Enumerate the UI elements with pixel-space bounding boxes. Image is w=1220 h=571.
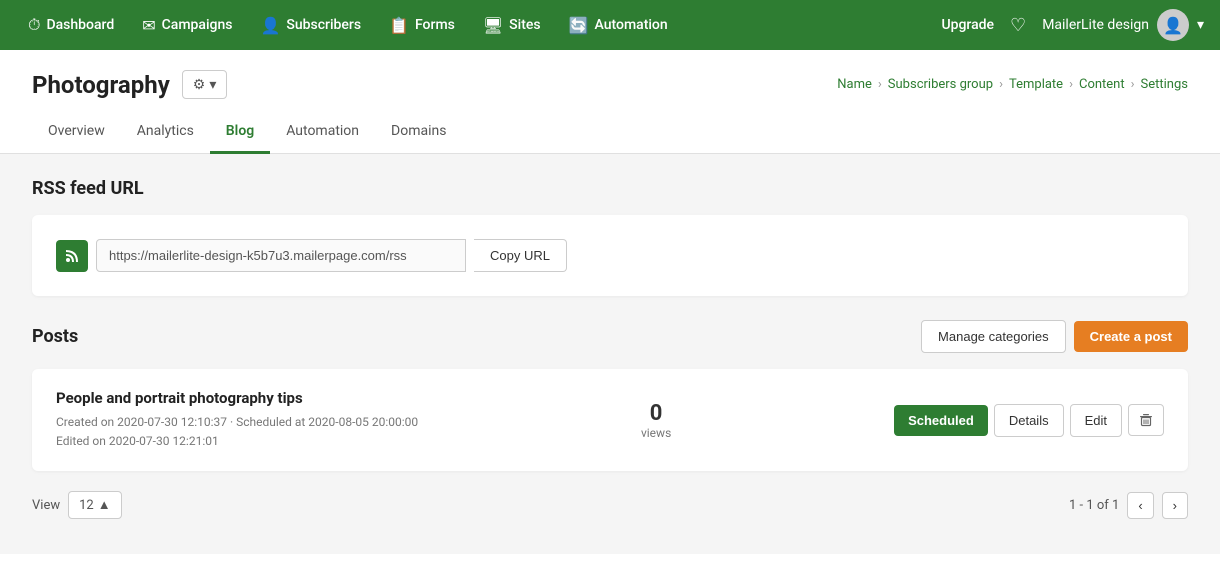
rss-url-row: Copy URL [56, 239, 1164, 272]
scheduled-status-button[interactable]: Scheduled [894, 405, 988, 436]
automation-icon: 🔄 [569, 16, 589, 35]
per-page-value: 12 [79, 498, 94, 513]
page-title: Photography [32, 71, 170, 99]
nav-right: Upgrade ♡ MailerLite design 👤 ▾ [941, 9, 1204, 41]
tab-overview[interactable]: Overview [32, 111, 121, 154]
subscribers-icon: 👤 [260, 16, 280, 35]
nav-dashboard[interactable]: ⏱ Dashboard [16, 7, 126, 43]
campaigns-icon: ✉ [142, 16, 155, 35]
favorites-icon[interactable]: ♡ [1010, 15, 1026, 36]
dropdown-icon: ▲ [98, 497, 111, 513]
user-name: MailerLite design [1042, 17, 1149, 33]
nav-campaigns-label: Campaigns [162, 17, 233, 33]
main-area: RSS feed URL Copy URL Posts Manage categ… [0, 154, 1220, 554]
copy-url-button[interactable]: Copy URL [474, 239, 567, 272]
rss-url-input[interactable] [96, 239, 466, 272]
nav-sites-label: Sites [509, 17, 540, 33]
breadcrumb-template[interactable]: Template [1009, 77, 1063, 92]
per-page-dropdown[interactable]: 12 ▲ [68, 491, 122, 519]
tabs: Overview Analytics Blog Automation Domai… [0, 111, 1220, 154]
breadcrumb-subscribers-group[interactable]: Subscribers group [888, 77, 993, 92]
manage-categories-button[interactable]: Manage categories [921, 320, 1066, 353]
views-label: views [641, 426, 671, 440]
post-views: 0 views [641, 401, 671, 440]
breadcrumb: Name › Subscribers group › Template › Co… [837, 77, 1188, 92]
edit-button[interactable]: Edit [1070, 404, 1122, 437]
post-meta-created: Created on 2020-07-30 12:10:37 · Schedul… [56, 413, 418, 432]
posts-section-title: Posts [32, 326, 78, 347]
delete-button[interactable] [1128, 404, 1164, 436]
sites-icon: 🖥 [483, 16, 503, 35]
page-header: Photography ⚙ ▾ Name › Subscribers group… [0, 50, 1220, 99]
rss-section-title: RSS feed URL [32, 178, 1188, 199]
post-title: People and portrait photography tips [56, 389, 418, 407]
posts-actions: Manage categories Create a post [921, 320, 1188, 353]
page-title-area: Photography ⚙ ▾ [32, 70, 227, 99]
settings-dropdown-icon: ▾ [209, 76, 216, 93]
rss-card: Copy URL [32, 215, 1188, 296]
top-navigation: ⏱ Dashboard ✉ Campaigns 👤 Subscribers 📋 … [0, 0, 1220, 50]
nav-campaigns[interactable]: ✉ Campaigns [130, 8, 244, 43]
view-select-area: View 12 ▲ [32, 491, 122, 519]
nav-automation[interactable]: 🔄 Automation [557, 8, 680, 43]
nav-forms-label: Forms [415, 17, 455, 33]
post-info: People and portrait photography tips Cre… [56, 389, 418, 451]
tab-analytics[interactable]: Analytics [121, 111, 210, 154]
trash-icon [1139, 413, 1153, 427]
post-actions: Scheduled Details Edit [894, 404, 1164, 437]
dashboard-icon: ⏱ [28, 15, 40, 35]
upgrade-button[interactable]: Upgrade [941, 17, 994, 33]
pagination-info: 1 - 1 of 1 ‹ › [1069, 492, 1188, 519]
tab-blog[interactable]: Blog [210, 111, 270, 154]
breadcrumb-settings[interactable]: Settings [1141, 77, 1188, 92]
user-dropdown-icon: ▾ [1197, 17, 1204, 33]
tab-domains[interactable]: Domains [375, 111, 462, 154]
post-meta-edited: Edited on 2020-07-30 12:21:01 [56, 432, 418, 451]
breadcrumb-name[interactable]: Name [837, 77, 872, 92]
view-label: View [32, 498, 60, 513]
next-page-button[interactable]: › [1162, 492, 1188, 519]
nav-items: ⏱ Dashboard ✉ Campaigns 👤 Subscribers 📋 … [16, 7, 941, 43]
nav-forms[interactable]: 📋 Forms [377, 8, 467, 43]
user-menu[interactable]: MailerLite design 👤 ▾ [1042, 9, 1204, 41]
breadcrumb-sep-1: › [878, 77, 882, 92]
avatar: 👤 [1157, 9, 1189, 41]
nav-sites[interactable]: 🖥 Sites [471, 8, 553, 43]
tab-automation[interactable]: Automation [270, 111, 375, 154]
breadcrumb-sep-3: › [1069, 77, 1073, 92]
posts-header: Posts Manage categories Create a post [32, 320, 1188, 353]
nav-subscribers-label: Subscribers [286, 17, 361, 33]
create-post-button[interactable]: Create a post [1074, 321, 1188, 352]
breadcrumb-content[interactable]: Content [1079, 77, 1125, 92]
pagination-row: View 12 ▲ 1 - 1 of 1 ‹ › [32, 491, 1188, 519]
details-button[interactable]: Details [994, 404, 1064, 437]
forms-icon: 📋 [389, 16, 409, 35]
rss-icon [56, 240, 88, 272]
settings-button[interactable]: ⚙ ▾ [182, 70, 228, 99]
pagination-text: 1 - 1 of 1 [1069, 498, 1119, 513]
page-content: Photography ⚙ ▾ Name › Subscribers group… [0, 50, 1220, 571]
nav-dashboard-label: Dashboard [46, 17, 114, 33]
breadcrumb-sep-2: › [999, 77, 1003, 92]
nav-automation-label: Automation [595, 17, 668, 33]
gear-icon: ⚙ [193, 76, 206, 93]
views-count: 0 [641, 401, 671, 426]
post-card: People and portrait photography tips Cre… [32, 369, 1188, 471]
breadcrumb-sep-4: › [1131, 77, 1135, 92]
previous-page-button[interactable]: ‹ [1127, 492, 1153, 519]
nav-subscribers[interactable]: 👤 Subscribers [248, 8, 373, 43]
